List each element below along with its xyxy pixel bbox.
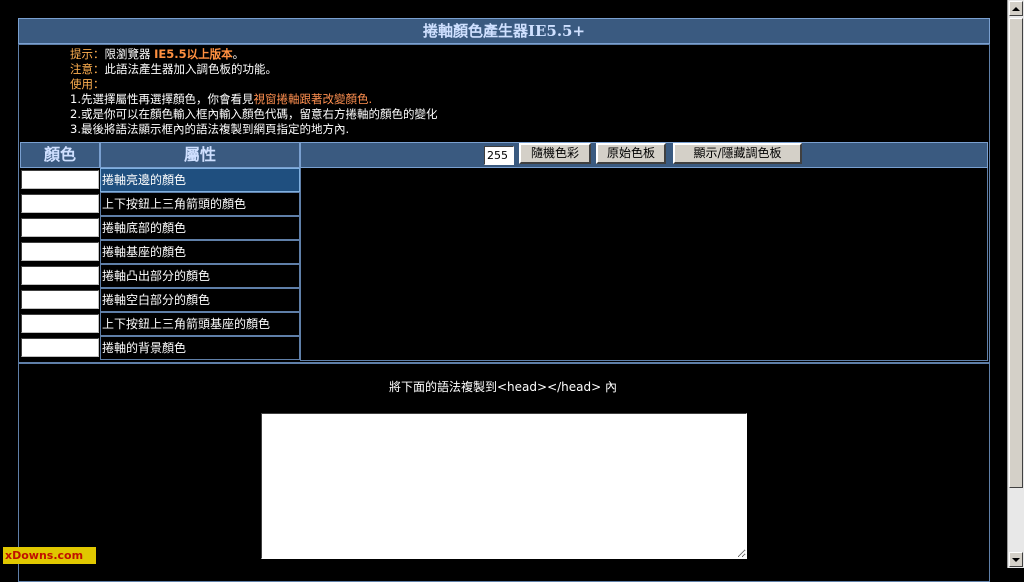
code-output-textarea[interactable] (261, 413, 747, 559)
color-input[interactable] (21, 290, 99, 309)
property-label[interactable]: 捲軸底部的顏色 (100, 216, 300, 240)
use-line: 使用： (70, 77, 105, 91)
property-label[interactable]: 捲軸凸出部分的顏色 (100, 264, 300, 288)
output-label: 將下面的語法複製到<head></head> 內 (389, 380, 617, 394)
scroll-thumb[interactable] (1009, 18, 1023, 488)
arrow-down-icon (1012, 557, 1020, 562)
page: 捲軸顏色產生器IE5.5+ 提示：限瀏覽器 IE5.5以上版本。 注意：此語法產… (0, 0, 1006, 582)
color-input[interactable] (21, 266, 99, 285)
color-input[interactable] (21, 242, 99, 261)
color-input[interactable] (21, 170, 99, 189)
tip-line: 提示：限瀏覽器 IE5.5以上版本。 (70, 47, 245, 61)
property-row: 捲軸亮邊的顏色 (20, 168, 300, 192)
property-label[interactable]: 上下按鈕上三角箭頭基座的顏色 (100, 312, 300, 336)
property-row: 上下按鈕上三角箭頭基座的顏色 (20, 312, 300, 336)
property-row: 捲軸空白部分的顏色 (20, 288, 300, 312)
vertical-scrollbar[interactable] (1007, 0, 1024, 568)
property-row: 上下按鈕上三角箭頭的顏色 (20, 192, 300, 216)
property-label[interactable]: 捲軸空白部分的顏色 (100, 288, 300, 312)
number-input[interactable] (484, 146, 514, 165)
site-badge: xDowns.com (3, 547, 96, 564)
property-row: 捲軸的背景顏色 (20, 336, 300, 360)
original-palette-button[interactable]: 原始色板 (596, 143, 666, 164)
color-input[interactable] (21, 194, 99, 213)
scroll-up-button[interactable] (1009, 1, 1023, 16)
property-label[interactable]: 捲軸亮邊的顏色 (100, 168, 300, 192)
color-input[interactable] (21, 218, 99, 237)
property-row: 捲軸凸出部分的顏色 (20, 264, 300, 288)
preview-panel (300, 168, 988, 361)
color-input[interactable] (21, 338, 99, 357)
note-line: 注意：此語法產生器加入調色板的功能。 (70, 62, 277, 76)
property-label[interactable]: 捲軸的背景顏色 (100, 336, 300, 360)
property-column-header: 屬性 (100, 142, 300, 168)
property-row: 捲軸基座的顏色 (20, 240, 300, 264)
color-input[interactable] (21, 314, 99, 333)
property-label[interactable]: 上下按鈕上三角箭頭的顏色 (100, 192, 300, 216)
random-color-button[interactable]: 隨機色彩 (519, 143, 591, 164)
step-2: 2.或是你可以在顏色輸入框內輸入顏色代碼，留意右方捲軸的顏色的變化 (70, 107, 438, 121)
color-column-header: 顏色 (20, 142, 100, 168)
instructions: 提示：限瀏覽器 IE5.5以上版本。 注意：此語法產生器加入調色板的功能。 使用… (70, 47, 437, 137)
property-row: 捲軸底部的顏色 (20, 216, 300, 240)
step-1: 1.先選擇屬性再選擇顏色，你會看見視窗捲軸跟著改變顏色. (70, 92, 373, 106)
property-label[interactable]: 捲軸基座的顏色 (100, 240, 300, 264)
step-3: 3.最後將語法顯示框內的語法複製到網頁指定的地方內. (70, 122, 350, 136)
toggle-palette-button[interactable]: 顯示/隱藏調色板 (673, 143, 802, 164)
scroll-down-button[interactable] (1009, 552, 1023, 567)
arrow-up-icon (1012, 6, 1020, 11)
page-title: 捲軸顏色產生器IE5.5+ (18, 18, 990, 44)
